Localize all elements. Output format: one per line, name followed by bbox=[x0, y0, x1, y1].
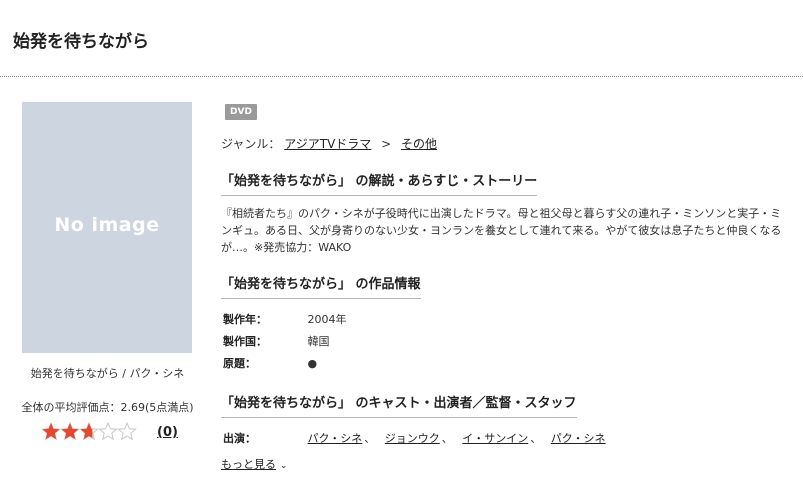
no-image-text: No image bbox=[54, 214, 160, 236]
year-value: 2004年 bbox=[307, 313, 347, 326]
story-line: が…。※発売協力：WAKO bbox=[221, 241, 352, 254]
cast-separator: 、 bbox=[364, 432, 376, 445]
country-value: 韓国 bbox=[307, 335, 330, 348]
cast-member-link[interactable]: ジョンウク bbox=[385, 432, 440, 445]
original-title-value: ● bbox=[307, 357, 318, 370]
cast-member-link[interactable]: パク・シネ bbox=[551, 432, 606, 445]
star-icon-fill bbox=[42, 423, 60, 440]
cast-label: 出演： bbox=[223, 432, 256, 445]
show-more-link[interactable]: もっと見る ⌄ bbox=[221, 456, 288, 472]
country-label: 製作国： bbox=[223, 335, 267, 348]
info-heading: 「始発を待ちながら」 の作品情報 bbox=[221, 273, 421, 299]
poster-caption: 始発を待ちながら / パク・シネ bbox=[30, 367, 185, 380]
story-line: ンギュ。ある日、父が身寄りのない少女・ヨンランを養女として連れて来る。やがて彼女… bbox=[221, 224, 782, 237]
original-title-label: 原題： bbox=[223, 357, 256, 370]
story-line: 『相続者たち』のパク・シネが子役時代に出演したドラマ。母と祖父母と暮らす父の連れ… bbox=[221, 207, 782, 220]
year-label: 製作年： bbox=[223, 313, 267, 326]
star-icon-fill bbox=[61, 423, 79, 440]
review-count-link[interactable]: (0) bbox=[157, 425, 178, 440]
genre-label: ジャンル： bbox=[221, 137, 281, 151]
info-row-country: 製作国： 韓国 bbox=[223, 333, 330, 349]
cast-separator: 、 bbox=[441, 432, 453, 445]
star-icon-outline bbox=[98, 422, 118, 441]
info-row-year: 製作年： 2004年 bbox=[223, 311, 347, 327]
story-heading: 「始発を待ちながら」 の解説・あらすじ・ストーリー bbox=[221, 170, 538, 196]
rating-stars bbox=[42, 422, 137, 441]
star-icon-outline bbox=[117, 422, 137, 441]
cast-separator: 、 bbox=[530, 432, 542, 445]
story-text: 『相続者たち』のパク・シネが子役時代に出演したドラマ。母と祖父母と暮らす父の連れ… bbox=[221, 205, 786, 256]
poster-image[interactable]: No image bbox=[22, 102, 192, 353]
dvd-badge: DVD bbox=[225, 104, 257, 120]
cast-row: 出演： パク・シネ、 ジョンウク、 イ・サンイン、 パク・シネ bbox=[223, 430, 606, 446]
cast-member-link[interactable]: パク・シネ bbox=[308, 432, 363, 445]
average-rating-text: 全体の平均評価点：2.69(5点満点) bbox=[21, 401, 194, 414]
cast-heading: 「始発を待ちながら」 のキャスト・出演者／監督・スタッフ bbox=[221, 392, 577, 418]
genre-link-asia-tv-drama[interactable]: アジアTVドラマ bbox=[284, 137, 371, 151]
info-row-original-title: 原題： ● bbox=[223, 355, 317, 371]
genre-breadcrumb: ジャンル： アジアTVドラマ > その他 bbox=[221, 135, 437, 152]
page-header: 始発を待ちながら bbox=[0, 0, 803, 77]
genre-link-other[interactable]: その他 bbox=[401, 137, 437, 151]
cast-member-link[interactable]: イ・サンイン bbox=[462, 432, 528, 445]
page-title: 始発を待ちながら bbox=[13, 32, 149, 52]
show-more-label: もっと見る bbox=[221, 458, 276, 471]
genre-separator: > bbox=[381, 137, 392, 151]
chevron-down-icon: ⌄ bbox=[280, 461, 288, 471]
